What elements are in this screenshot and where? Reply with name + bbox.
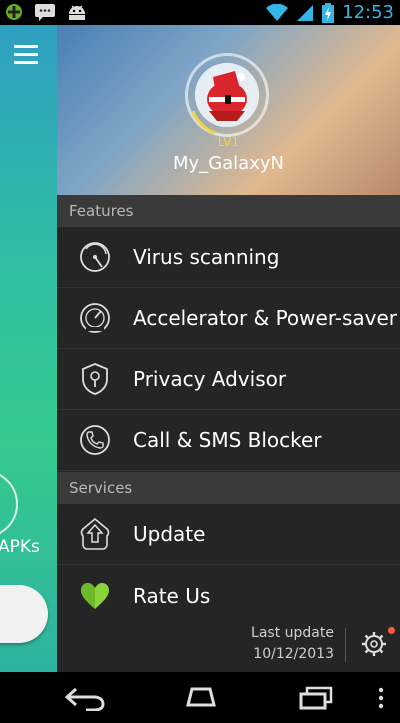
heart-icon <box>81 582 109 609</box>
background-circle <box>0 470 18 538</box>
menu-item-label: Privacy Advisor <box>133 367 287 391</box>
menu-item-rate-us[interactable]: Rate Us <box>57 565 400 626</box>
status-bar: 12:53 <box>0 0 400 25</box>
username: My_GalaxyN <box>173 153 284 174</box>
clock: 12:53 <box>342 2 394 23</box>
overflow-menu-icon[interactable] <box>376 685 386 711</box>
menu-item-call-sms-blocker[interactable]: Call & SMS Blocker <box>57 410 400 471</box>
settings-gear-icon[interactable] <box>361 631 387 657</box>
menu-item-label: Virus scanning <box>133 245 280 269</box>
android-icon <box>69 5 85 20</box>
message-icon <box>35 4 55 21</box>
upload-arrow-icon <box>80 517 110 550</box>
section-header-services: Services <box>57 472 400 504</box>
home-icon[interactable] <box>180 685 222 711</box>
wifi-icon <box>266 3 289 21</box>
menu-item-label: Rate Us <box>133 583 211 608</box>
speedometer-icon <box>80 303 110 333</box>
signal-icon <box>297 4 314 21</box>
menu-item-privacy-advisor[interactable]: Privacy Advisor <box>57 349 400 410</box>
menu-icon[interactable] <box>14 45 38 69</box>
background-app: APKs <box>0 25 57 672</box>
menu-item-label: Update <box>133 522 206 546</box>
system-nav-bar <box>0 672 400 723</box>
background-apks-label: APKs <box>0 537 40 557</box>
recent-apps-icon[interactable] <box>296 685 338 711</box>
last-update-label: Last update <box>251 625 334 641</box>
menu-item-label: Call & SMS Blocker <box>133 428 322 452</box>
santa-image-icon <box>195 63 259 127</box>
menu-item-update[interactable]: Update <box>57 504 400 565</box>
usb-debug-icon <box>6 4 22 20</box>
radar-scan-icon <box>80 242 110 272</box>
back-icon[interactable] <box>64 685 106 711</box>
footer-divider <box>345 628 346 662</box>
menu-item-label: Accelerator & Power-saver <box>133 306 398 330</box>
section-header-features: Features <box>57 195 400 227</box>
navigation-drawer: LV1 My_GalaxyN Features Virus scanning A… <box>57 25 400 672</box>
avatar[interactable] <box>195 63 259 127</box>
battery-charging-icon <box>322 2 335 23</box>
menu-item-accelerator[interactable]: Accelerator & Power-saver <box>57 288 400 349</box>
shield-keyhole-icon <box>82 363 108 395</box>
phone-block-icon <box>80 425 110 455</box>
profile-header: LV1 My_GalaxyN <box>57 25 400 195</box>
level-badge: LV1 <box>217 135 240 149</box>
notification-dot <box>388 627 395 634</box>
menu-item-virus-scanning[interactable]: Virus scanning <box>57 227 400 288</box>
last-update-info: Last update 10/12/2013 <box>251 623 334 665</box>
background-button[interactable] <box>0 585 48 643</box>
last-update-date: 10/12/2013 <box>253 646 334 662</box>
